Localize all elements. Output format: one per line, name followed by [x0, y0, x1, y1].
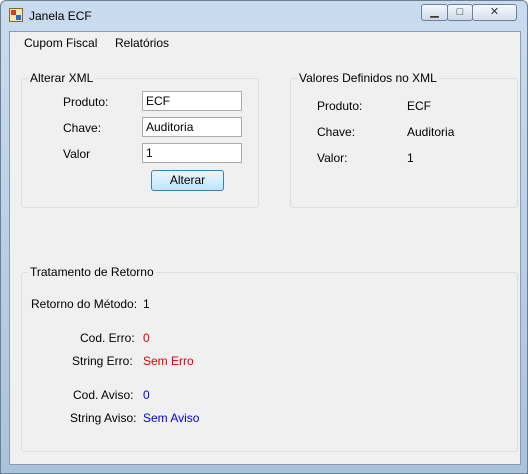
menu-bar: Cupom Fiscal Relatórios: [10, 32, 520, 54]
cod-aviso-label: Cod. Aviso:: [73, 388, 134, 402]
valores-definidos-title: Valores Definidos no XML: [297, 71, 439, 85]
app-window: Janela ECF ▁ □ ✕ Cupom Fiscal Relatórios…: [0, 0, 528, 474]
alterar-xml-title: Alterar XML: [28, 71, 96, 85]
maximize-button[interactable]: □: [447, 4, 473, 21]
produto-input[interactable]: [142, 91, 242, 111]
alterar-button[interactable]: Alterar: [151, 170, 224, 191]
cod-aviso-value: 0: [143, 388, 150, 402]
menu-relatorios[interactable]: Relatórios: [115, 36, 169, 50]
client-area: Cupom Fiscal Relatórios Alterar XML Prod…: [9, 31, 521, 465]
close-button[interactable]: ✕: [472, 4, 517, 21]
cod-erro-value: 0: [143, 331, 150, 345]
close-icon: ✕: [489, 6, 500, 18]
maximize-icon: □: [456, 6, 464, 18]
def-chave-value: Auditoria: [407, 125, 455, 139]
string-erro-label: String Erro:: [72, 354, 133, 368]
string-erro-value: Sem Erro: [143, 354, 194, 368]
menu-cupom-fiscal[interactable]: Cupom Fiscal: [24, 36, 97, 50]
valor-label: Valor: [63, 147, 91, 161]
def-produto-label: Produto:: [317, 99, 363, 113]
retorno-metodo-value: 1: [143, 297, 150, 311]
tratamento-retorno-title: Tratamento de Retorno: [28, 265, 156, 279]
title-bar[interactable]: Janela ECF ▁ □ ✕: [1, 1, 527, 31]
retorno-metodo-label: Retorno do Método:: [31, 297, 138, 311]
cod-erro-label: Cod. Erro:: [80, 331, 135, 345]
app-icon: [9, 8, 23, 22]
valor-input[interactable]: [142, 143, 242, 163]
string-aviso-value: Sem Aviso: [143, 411, 200, 425]
minimize-button[interactable]: ▁: [421, 4, 448, 21]
minimize-icon: ▁: [430, 6, 439, 18]
produto-label: Produto:: [63, 95, 109, 109]
valores-definidos-group: Valores Definidos no XML Produto: ECF Ch…: [290, 71, 518, 208]
chave-input[interactable]: [142, 117, 242, 137]
chave-label: Chave:: [63, 121, 102, 135]
def-valor-label: Valor:: [317, 151, 348, 165]
string-aviso-label: String Aviso:: [70, 411, 137, 425]
alterar-xml-group: Alterar XML Produto: Chave: Valor Altera…: [21, 71, 259, 208]
def-valor-value: 1: [407, 151, 414, 165]
tratamento-retorno-group: Tratamento de Retorno Retorno do Método:…: [21, 265, 518, 452]
window-title: Janela ECF: [29, 9, 92, 23]
def-chave-label: Chave:: [317, 125, 356, 139]
def-produto-value: ECF: [407, 99, 431, 113]
